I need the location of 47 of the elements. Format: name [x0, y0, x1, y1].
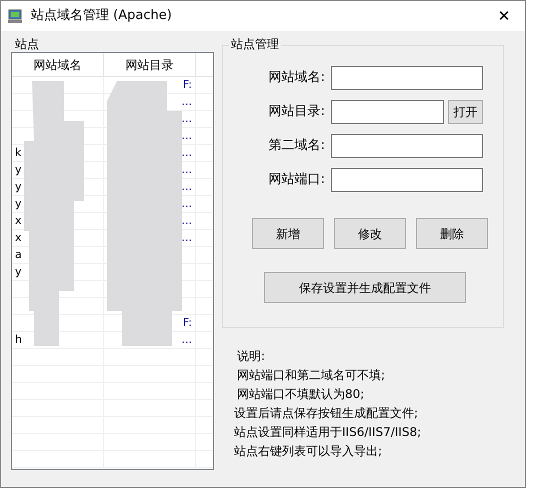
table-cell: ...	[182, 146, 192, 159]
input-field[interactable]	[331, 168, 483, 192]
note-text: 站点右键列表可以导入导出;	[234, 443, 384, 459]
table-cell: ...	[182, 197, 192, 210]
open-button[interactable]: 打开	[448, 100, 483, 124]
table-cell: a	[15, 248, 22, 261]
save-button[interactable]: 保存设置并生成配置文件	[264, 272, 466, 303]
field-label: 网站域名:	[268, 69, 325, 88]
field-label: 网站目录:	[268, 103, 325, 122]
column-header[interactable]: 网站目录	[104, 53, 196, 76]
table-cell: ...	[182, 214, 192, 227]
table-cell: k	[15, 146, 22, 159]
note-text: 设置后请点保存按钮生成配置文件;	[234, 405, 420, 421]
note-text: 网站端口不填默认为80;	[237, 386, 366, 402]
input-field[interactable]	[331, 66, 483, 90]
note-text: 站点设置同样适用于IIS6/IIS7/IIS8;	[234, 424, 422, 440]
table-cell: ...	[182, 163, 192, 176]
app-icon	[7, 7, 25, 25]
group-title: 站点	[14, 37, 40, 51]
table-cell: F:	[182, 316, 192, 329]
table-cell: y	[15, 265, 22, 278]
table-cell: y	[15, 197, 22, 210]
table-cell: x	[15, 231, 22, 244]
group-title: 站点管理	[229, 37, 281, 51]
table-cell: ...	[182, 129, 192, 142]
table-cell: x	[15, 214, 22, 227]
table-cell: ...	[182, 231, 192, 244]
column-header[interactable]: 网站域名	[12, 53, 104, 76]
close-button[interactable]: ✕	[489, 4, 519, 28]
field-label: 网站端口:	[268, 171, 325, 190]
table-cell: y	[15, 180, 22, 193]
table-cell: ...	[182, 95, 192, 108]
table-cell: ...	[182, 112, 192, 125]
action-button[interactable]: 修改	[334, 218, 406, 249]
table-cell: h	[15, 333, 22, 346]
action-button[interactable]: 新增	[252, 218, 324, 249]
window-title: 站点域名管理 (Apache)	[31, 7, 172, 26]
action-button[interactable]: 删除	[416, 218, 488, 249]
input-field[interactable]	[331, 100, 444, 124]
table-cell: F:	[182, 78, 192, 91]
input-field[interactable]	[331, 134, 483, 158]
note-text: 网站端口和第二域名可不填;	[237, 367, 386, 383]
table-cell: ...	[182, 333, 192, 346]
field-label: 第二域名:	[268, 137, 325, 156]
note-text: 说明:	[237, 348, 266, 364]
table-cell: ...	[182, 180, 192, 193]
table-cell: y	[15, 163, 22, 176]
